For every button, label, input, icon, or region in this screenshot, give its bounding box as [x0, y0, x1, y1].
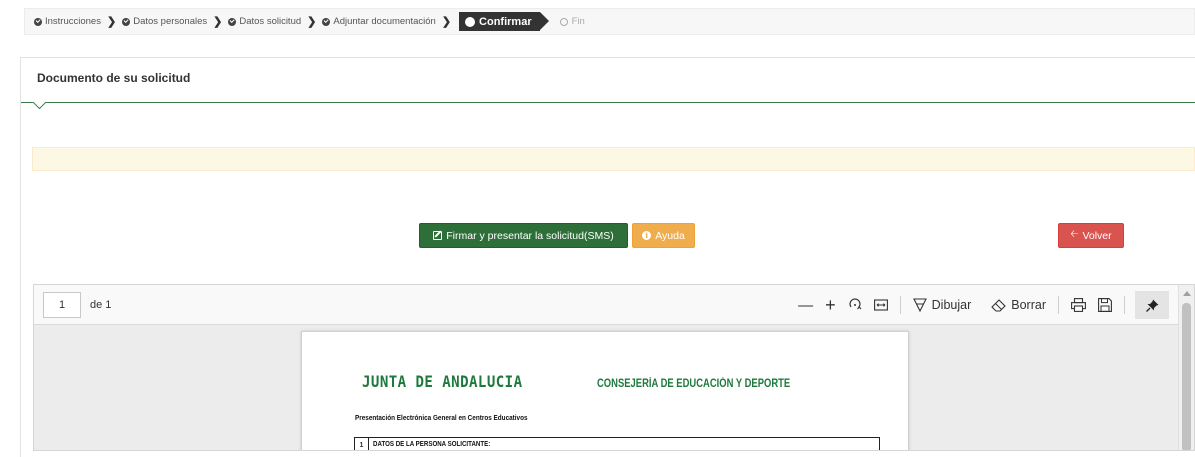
back-label: Volver	[1082, 229, 1112, 242]
help-label: Ayuda	[655, 229, 685, 242]
sign-submit-button[interactable]: Firmar y presentar la solicitud(SMS)	[419, 223, 628, 248]
info-icon: i	[642, 231, 652, 240]
chevron-right-icon: ❯	[441, 16, 452, 28]
chevron-right-icon: ❯	[307, 16, 317, 28]
rotate-icon	[849, 298, 862, 310]
toolbar-divider	[899, 296, 901, 314]
page-number-input[interactable]: 1	[43, 291, 81, 318]
section-title: DATOS DE LA PERSONA SOLICITANTE:	[373, 441, 491, 448]
pdf-page: JUNTA DE ANDALUCIA CONSEJERÍA DE EDUCACI…	[301, 331, 909, 450]
wizard-step-datos-solicitud[interactable]: Datos solicitud	[228, 16, 301, 27]
chevron-right-icon: ❯	[213, 16, 223, 28]
pdf-tools: — + Dibujar Borrar	[792, 285, 1179, 325]
scroll-up-arrow-icon[interactable]	[1183, 291, 1191, 296]
rotate-button[interactable]	[842, 292, 868, 318]
pdf-toolbar: 1 de 1 — + Dibujar Borrar	[34, 285, 1179, 325]
print-button[interactable]	[1065, 292, 1092, 318]
section-number: 1	[355, 438, 369, 450]
wizard-step-instrucciones[interactable]: Instrucciones	[34, 16, 101, 27]
fit-width-icon	[873, 299, 888, 311]
check-circle-icon	[122, 17, 131, 26]
chevron-right-icon: ❯	[106, 16, 117, 28]
scrollbar-thumb[interactable]	[1182, 303, 1191, 450]
toolbar-divider	[1058, 296, 1059, 314]
document-section-table: 1 DATOS DE LA PERSONA SOLICITANTE:	[354, 437, 880, 450]
back-button[interactable]: 🡠 Volver	[1058, 223, 1124, 248]
document-department: CONSEJERÍA DE EDUCACIÓN Y DEPORTE	[597, 378, 791, 390]
wizard-step-datos-personales[interactable]: Datos personales	[122, 16, 207, 27]
wizard-step-label: Instrucciones	[45, 16, 101, 27]
save-button[interactable]	[1092, 292, 1118, 318]
warning-alert	[32, 147, 1195, 171]
current-step-icon	[465, 16, 476, 27]
pin-button[interactable]	[1135, 291, 1169, 319]
pin-icon	[1145, 299, 1158, 312]
panel-divider	[21, 102, 1195, 103]
eraser-icon	[991, 298, 1007, 312]
wizard-step-label: Datos solicitud	[239, 16, 302, 27]
arrow-left-icon: 🡠	[1070, 229, 1079, 240]
panel-title: Documento de su solicitud	[37, 71, 191, 85]
help-button[interactable]: i Ayuda	[632, 223, 695, 248]
zoom-out-button[interactable]: —	[792, 292, 819, 318]
toolbar-divider	[1124, 296, 1125, 314]
wizard-step-label: Fin	[571, 16, 585, 27]
plus-icon: +	[825, 294, 836, 315]
erase-button[interactable]: Borrar	[985, 292, 1052, 318]
minus-icon: —	[798, 296, 814, 314]
erase-label: Borrar	[1011, 298, 1046, 312]
panel-notch	[32, 102, 46, 109]
edit-icon	[433, 231, 443, 240]
draw-label: Dibujar	[931, 298, 972, 312]
wizard-breadcrumb: Instrucciones ❯ Datos personales ❯ Datos…	[24, 8, 1195, 35]
document-brand: JUNTA DE ANDALUCIA	[362, 372, 523, 391]
check-circle-icon	[34, 17, 42, 26]
wizard-step-label: Datos personales	[133, 16, 208, 27]
save-icon	[1098, 298, 1112, 312]
zoom-in-button[interactable]: +	[819, 292, 842, 318]
check-circle-icon	[322, 17, 331, 26]
document-subtitle: Presentación Electrónica General en Cent…	[355, 413, 528, 422]
pdf-viewer: 1 de 1 — + Dibujar Borrar JUNTA DE ANDAL…	[33, 284, 1195, 451]
circle-outline-icon	[559, 17, 568, 26]
vertical-scrollbar[interactable]	[1178, 285, 1194, 450]
draw-icon	[912, 298, 927, 312]
wizard-step-label: Adjuntar documentación	[333, 16, 436, 27]
print-icon	[1071, 298, 1086, 312]
wizard-step-confirmar: Confirmar	[459, 12, 549, 31]
wizard-step-adjuntar-documentacion[interactable]: Adjuntar documentación	[322, 16, 436, 27]
check-circle-icon	[228, 17, 237, 26]
wizard-step-label: Confirmar	[479, 15, 532, 28]
sign-submit-label: Firmar y presentar la solicitud(SMS)	[446, 229, 614, 242]
fit-width-button[interactable]	[868, 292, 894, 318]
page-count-label: de 1	[90, 298, 112, 311]
wizard-step-fin: Fin	[559, 16, 585, 27]
draw-button[interactable]: Dibujar	[907, 292, 978, 318]
